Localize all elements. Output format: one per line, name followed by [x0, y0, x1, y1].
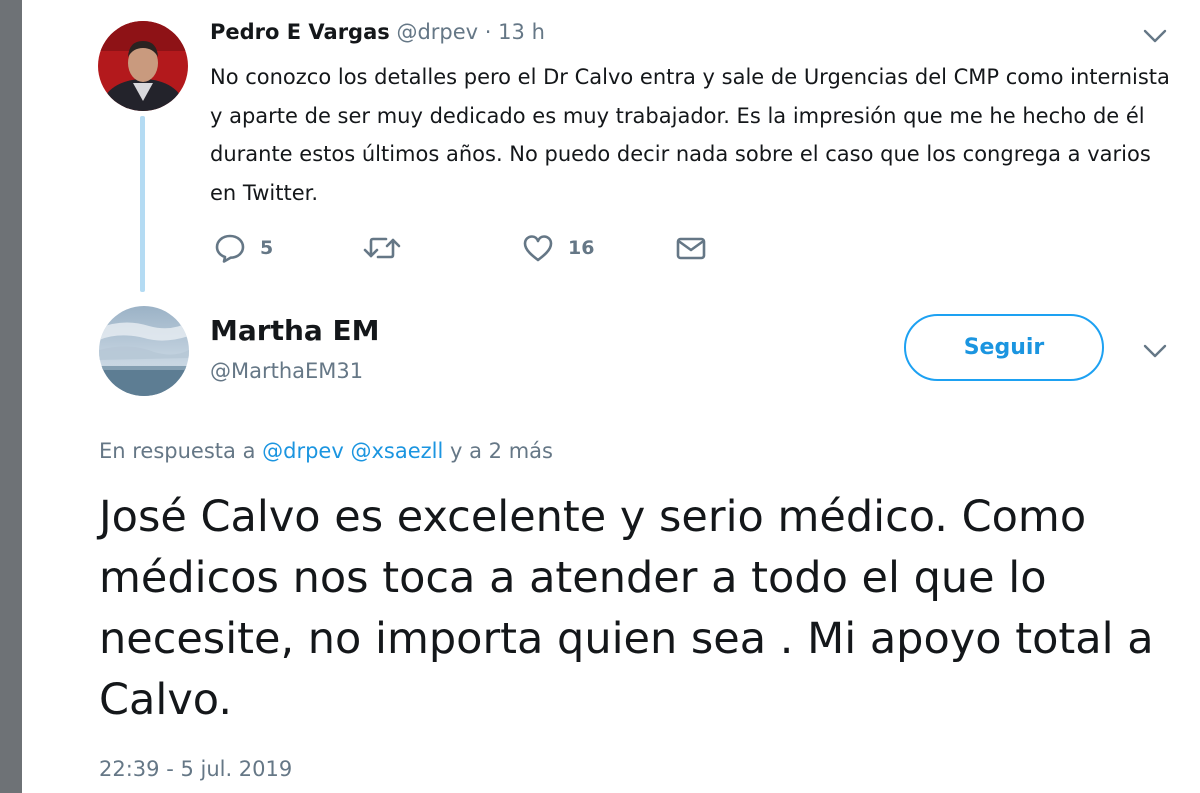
- retweet-icon: [363, 237, 401, 259]
- follow-button[interactable]: Seguir: [904, 314, 1104, 381]
- direct-message-action[interactable]: [675, 230, 707, 266]
- parent-tweet-text: No conozco los detalles pero el Dr Calvo…: [210, 65, 1170, 205]
- reply-action[interactable]: 5: [214, 230, 273, 266]
- reply-others[interactable]: y a 2 más: [450, 439, 553, 463]
- like-action[interactable]: 16: [522, 230, 594, 266]
- mention-drpev[interactable]: @drpev: [262, 439, 344, 463]
- retweet-action[interactable]: [362, 230, 402, 266]
- parent-tweet-header: Pedro E Vargas @drpev · 13 h: [210, 16, 545, 48]
- reply-bubble-icon: [215, 234, 245, 263]
- main-tweet-timestamp[interactable]: 22:39 - 5 jul. 2019: [99, 753, 292, 785]
- reply-context: En respuesta a @drpev @xsaezll y a 2 más: [99, 435, 553, 467]
- main-author-name[interactable]: Martha EM: [210, 312, 380, 350]
- reply-count: 5: [260, 237, 274, 259]
- avatar-martha[interactable]: [99, 306, 189, 396]
- parent-time-ago[interactable]: 13 h: [498, 20, 545, 44]
- header-separator: ·: [484, 20, 492, 44]
- heart-icon: [523, 235, 553, 262]
- parent-author-handle[interactable]: @drpev: [396, 20, 478, 44]
- envelope-icon: [676, 237, 706, 260]
- left-gutter: [0, 0, 22, 793]
- reply-prefix: En respuesta a: [99, 439, 256, 463]
- thread-connector-line: [140, 116, 145, 292]
- mention-xsaezll[interactable]: @xsaezll: [350, 439, 443, 463]
- like-count: 16: [568, 237, 595, 259]
- parent-author-name[interactable]: Pedro E Vargas: [210, 20, 390, 44]
- main-tweet-menu-chevron-down-icon[interactable]: [1143, 343, 1167, 359]
- parent-tweet-menu-chevron-down-icon[interactable]: [1143, 28, 1167, 44]
- main-author-handle[interactable]: @MarthaEM31: [210, 355, 363, 387]
- main-tweet-text: José Calvo es excelente y serio médico. …: [99, 492, 1154, 725]
- avatar-pedro[interactable]: [98, 21, 188, 111]
